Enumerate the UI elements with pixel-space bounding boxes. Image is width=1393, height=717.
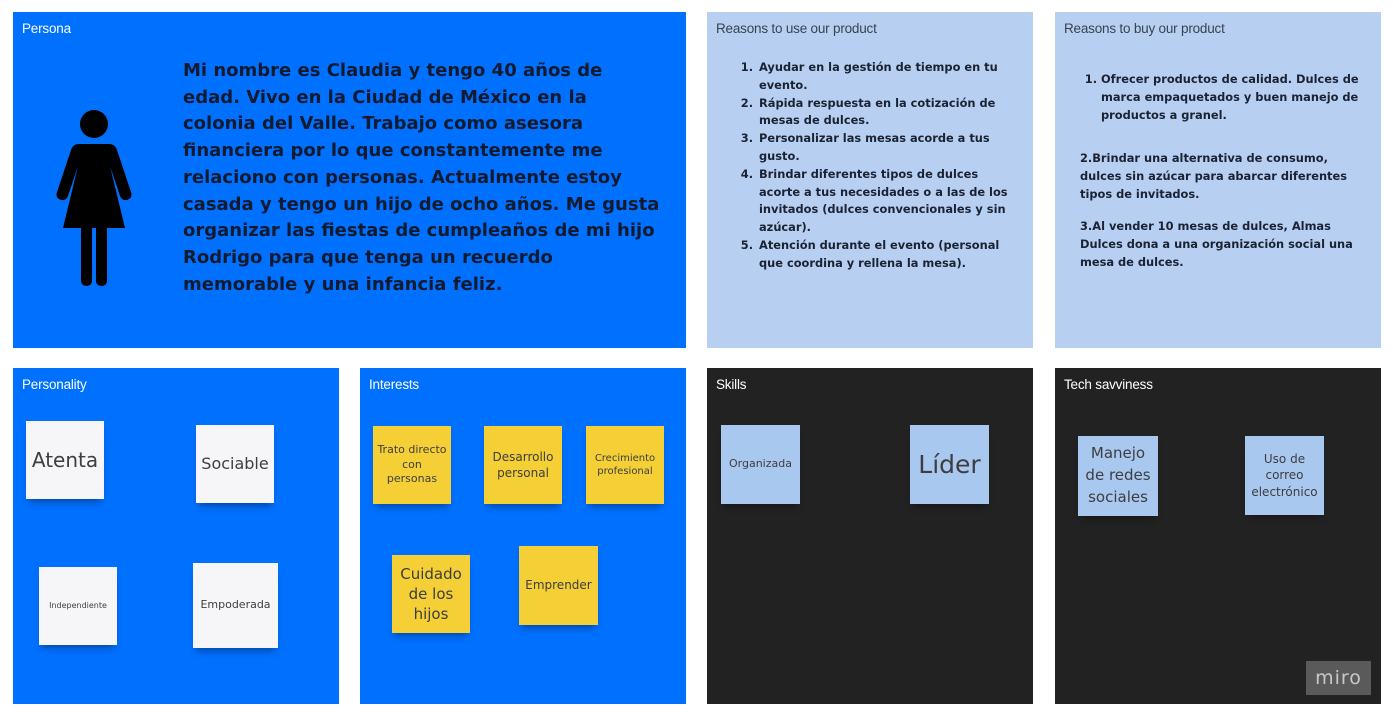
persona-description[interactable]: Mi nombre es Claudia y tengo 40 años de …	[183, 58, 663, 298]
reasons-use-frame[interactable]: Reasons to use our product Ayudar en la …	[707, 12, 1033, 348]
persona-frame[interactable]: Persona Mi nombre es Claudia y tengo 40 …	[13, 12, 686, 348]
sticky-note-organizada[interactable]: Organizada	[721, 425, 800, 504]
frame-title-personality: Personality	[22, 377, 87, 392]
sticky-note-desarrollo-personal[interactable]: Desarrollo personal	[484, 426, 562, 504]
frame-title-tech-savviness: Tech savviness	[1064, 377, 1153, 392]
sticky-note-sociable[interactable]: Sociable	[196, 425, 274, 503]
sticky-note-cuidado-hijos[interactable]: Cuidado de los hijos	[392, 555, 470, 633]
frame-title-persona: Persona	[22, 21, 71, 36]
sticky-note-emprender[interactable]: Emprender	[519, 546, 598, 625]
sticky-note-lider[interactable]: Líder	[910, 425, 989, 504]
reasons-buy-frame[interactable]: Reasons to buy our product Ofrecer produ…	[1055, 12, 1381, 348]
miro-logo: miro	[1306, 661, 1371, 695]
reasons-use-list[interactable]: Ayudar en la gestión de tiempo en tu eve…	[739, 59, 1019, 273]
list-item: Ayudar en la gestión de tiempo en tu eve…	[757, 59, 1019, 95]
list-item: Brindar diferentes tipos de dulces acort…	[757, 166, 1019, 237]
frame-title-skills: Skills	[716, 377, 747, 392]
sticky-note-empoderada[interactable]: Empoderada	[193, 563, 278, 648]
sticky-note-trato-directo[interactable]: Trato directo con personas	[373, 426, 451, 504]
woman-figure-icon	[56, 110, 132, 286]
list-item: Ofrecer productos de calidad. Dulces de …	[1101, 71, 1381, 124]
list-item: Atención durante el evento (personal que…	[757, 237, 1019, 273]
frame-title-reasons-use: Reasons to use our product	[716, 21, 877, 36]
sticky-note-independiente[interactable]: Independiente	[39, 567, 117, 645]
list-item: Rápida respuesta en la cotización de mes…	[757, 95, 1019, 131]
tech-savviness-frame[interactable]: Tech savviness Manejo de redes sociales …	[1055, 368, 1381, 704]
personality-frame[interactable]: Personality Atenta Sociable Independient…	[13, 368, 339, 704]
frame-title-reasons-buy: Reasons to buy our product	[1064, 21, 1225, 36]
sticky-note-correo-electronico[interactable]: Uso de correo electrónico	[1245, 436, 1324, 515]
sticky-note-crecimiento-profesional[interactable]: Crecimiento profesional	[586, 426, 664, 504]
list-item: Personalizar las mesas acorde a tus gust…	[757, 130, 1019, 166]
reasons-buy-item-2[interactable]: 2.Brindar una alternativa de consumo, du…	[1080, 150, 1370, 203]
interests-frame[interactable]: Interests Trato directo con personas Des…	[360, 368, 686, 704]
sticky-note-redes-sociales[interactable]: Manejo de redes sociales	[1078, 436, 1158, 516]
sticky-note-atenta[interactable]: Atenta	[26, 421, 104, 499]
reasons-buy-item-3[interactable]: 3.Al vender 10 mesas de dulces, Almas Du…	[1080, 218, 1370, 271]
skills-frame[interactable]: Skills Organizada Líder	[707, 368, 1033, 704]
reasons-buy-list[interactable]: Ofrecer productos de calidad. Dulces de …	[1083, 71, 1381, 124]
frame-title-interests: Interests	[369, 377, 419, 392]
